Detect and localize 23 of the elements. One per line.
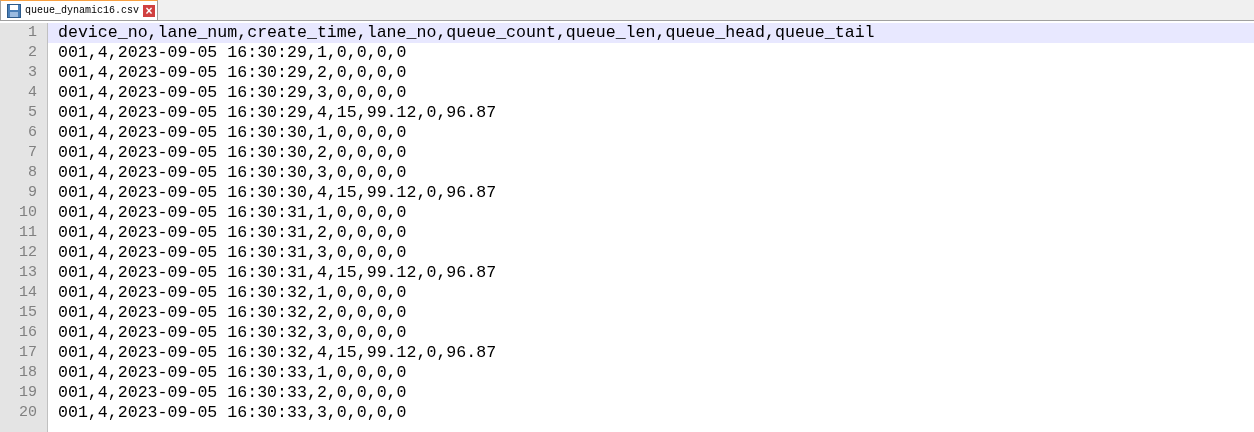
close-button[interactable]: ×: [143, 4, 156, 17]
line-number: 12: [0, 243, 48, 263]
line-number: 20: [0, 403, 48, 423]
line-number: 16: [0, 323, 48, 343]
line-number: 13: [0, 263, 48, 283]
line-number: 17: [0, 343, 48, 363]
line-number: 11: [0, 223, 48, 243]
line-number: 10: [0, 203, 48, 223]
line-number: 8: [0, 163, 48, 183]
line-number: 14: [0, 283, 48, 303]
line-number: 19: [0, 383, 48, 403]
line-number: 15: [0, 303, 48, 323]
line-number: 4: [0, 83, 48, 103]
line-number: 5: [0, 103, 48, 123]
line-number: 7: [0, 143, 48, 163]
line-number-gutter: [0, 423, 48, 432]
line-number: 1: [0, 23, 48, 43]
line-number: 3: [0, 63, 48, 83]
file-tab[interactable]: queue_dynamic16.csv ×: [0, 0, 159, 20]
line-number: 2: [0, 43, 48, 63]
line-number: 18: [0, 363, 48, 383]
line-number: 9: [0, 183, 48, 203]
line-number: 6: [0, 123, 48, 143]
